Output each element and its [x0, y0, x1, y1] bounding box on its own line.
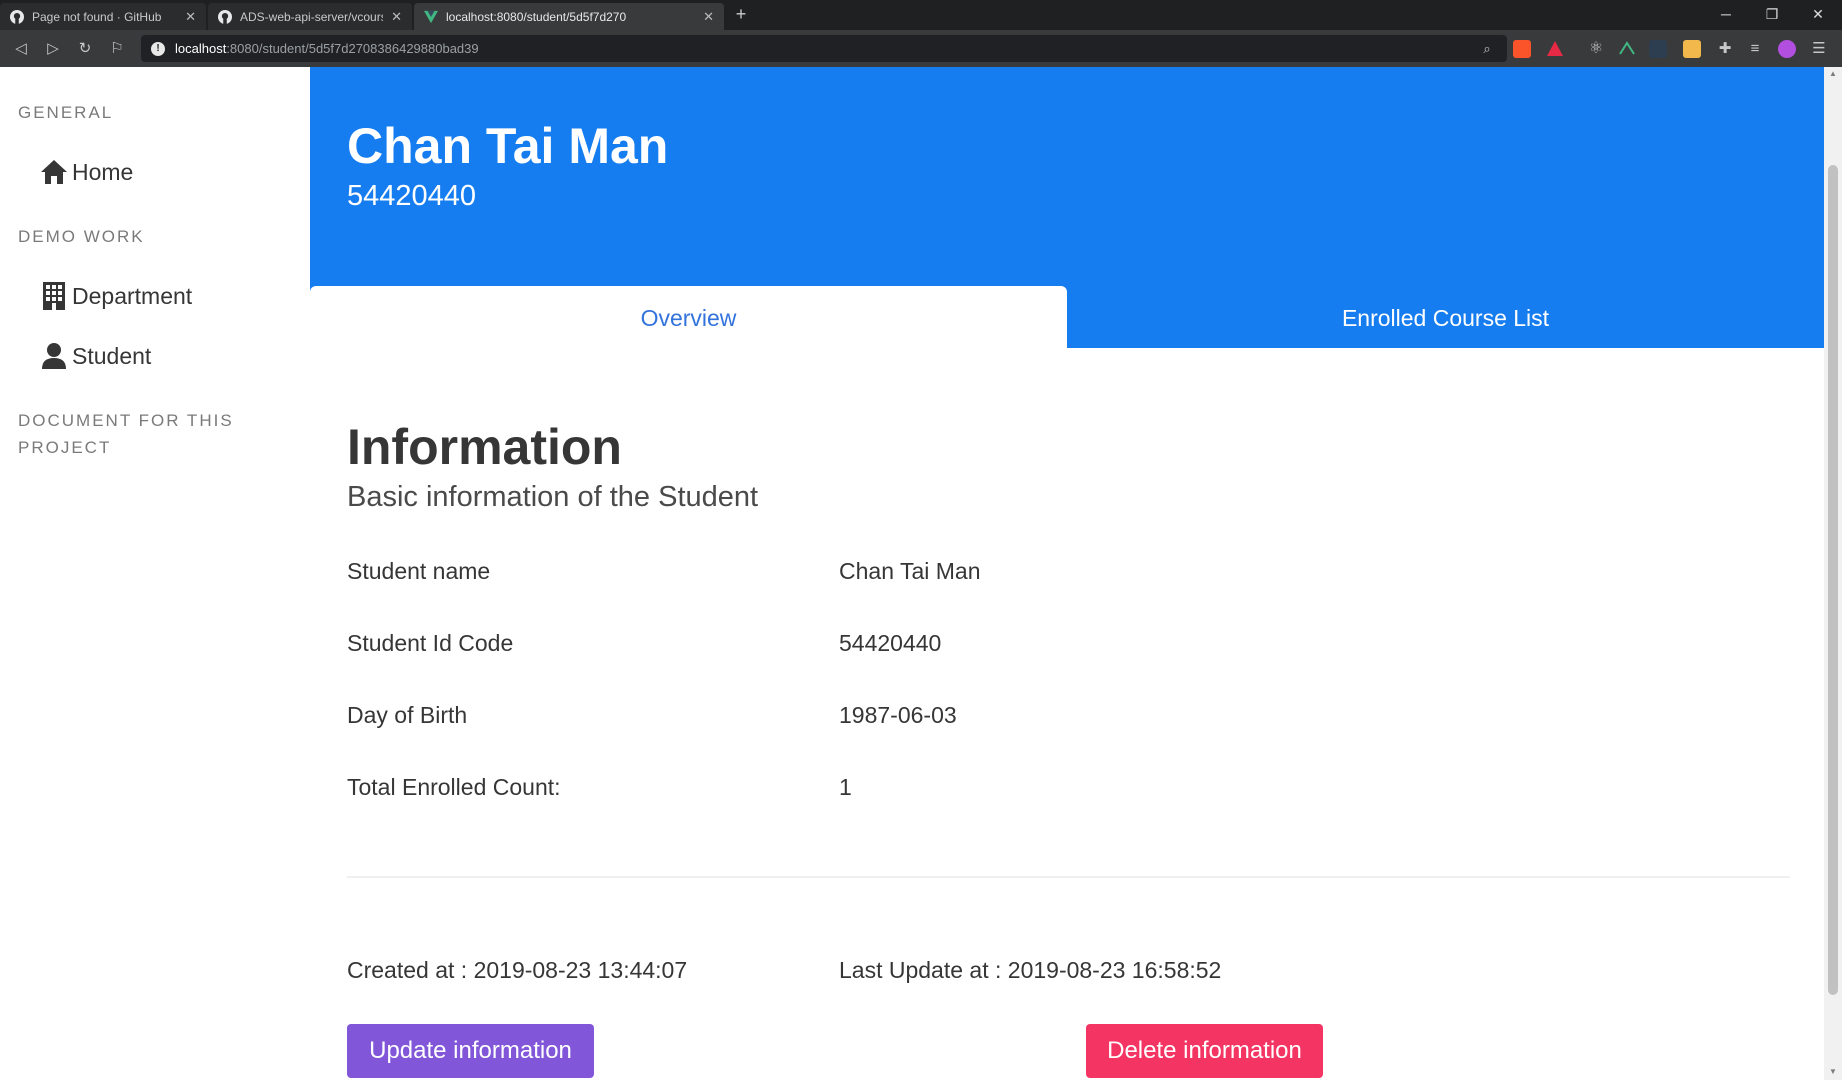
sidebar-item-department[interactable]: Department	[40, 282, 192, 310]
browser-tab-github-404[interactable]: Page not found · GitHub ✕	[0, 3, 206, 30]
info-value: 1	[839, 774, 852, 800]
info-label: Student Id Code	[347, 630, 514, 656]
scroll-up-icon[interactable]: ▲	[1828, 69, 1838, 78]
brave-rewards-icon[interactable]	[1546, 40, 1564, 58]
building-icon	[40, 282, 68, 310]
info-subtitle: Basic information of the Student	[347, 481, 759, 513]
info-value: 1987-06-03	[839, 702, 957, 728]
delete-information-button[interactable]: Delete information	[1086, 1024, 1323, 1078]
info-value: 54420440	[839, 630, 942, 656]
menu-icon[interactable]: ☰	[1808, 38, 1830, 60]
sidebar-item-label: Home	[72, 158, 134, 185]
playlist-icon[interactable]: ≡	[1744, 38, 1766, 60]
last-update-text: Last Update at : 2019-08-23 16:58:52	[839, 957, 1222, 983]
url-host: localhost	[175, 41, 227, 56]
info-title: Information	[347, 419, 622, 475]
brave-shield-icon[interactable]	[1513, 40, 1531, 58]
sidebar-item-label: Student	[72, 342, 152, 369]
page-scrollbar[interactable]: ▲ ▼	[1824, 67, 1842, 1080]
info-value: Chan Tai Man	[839, 558, 981, 584]
sidebar-section-document: DOCUMENT FOR THIS PROJECT	[18, 411, 234, 457]
avatar[interactable]	[1778, 40, 1796, 58]
minimize-button[interactable]: ─	[1706, 4, 1746, 24]
extension-icon[interactable]	[1683, 40, 1701, 58]
vue-devtools-icon[interactable]	[1618, 40, 1636, 58]
reload-icon[interactable]: ↻	[74, 38, 96, 60]
info-icon[interactable]: !	[151, 41, 165, 56]
browser-tab-title: ADS-web-api-server/vcourse.md a	[240, 9, 383, 24]
github-icon	[10, 9, 24, 24]
github-icon	[218, 9, 232, 24]
user-icon	[40, 342, 68, 370]
sidebar: GENERAL Home DEMO WORK Department Studen…	[0, 67, 310, 1080]
update-information-button[interactable]: Update information	[347, 1024, 594, 1078]
sidebar-section-general: GENERAL	[18, 103, 114, 122]
url-path: :8080/student/5d5f7d2708386429880bad39	[226, 41, 479, 56]
direct-link-icon[interactable]	[1649, 40, 1667, 58]
browser-toolbar: ◁ ▷ ↻ ⚐ ! localhost :8080/student/5d5f7d…	[0, 30, 1842, 67]
sidebar-item-home[interactable]: Home	[40, 158, 133, 186]
vue-icon	[424, 10, 438, 24]
sidebar-section-demo-work: DEMO WORK	[18, 227, 145, 246]
scroll-down-icon[interactable]: ▼	[1828, 1067, 1838, 1076]
info-label: Student name	[347, 558, 491, 584]
new-tab-button[interactable]: +	[731, 5, 751, 25]
forward-icon[interactable]: ▷	[42, 38, 64, 60]
tab-overview[interactable]: Overview	[310, 286, 1067, 348]
bookmark-icon[interactable]: ⚐	[106, 38, 128, 60]
close-icon[interactable]: ✕	[391, 9, 402, 25]
browser-tab-vcourse-md[interactable]: ADS-web-api-server/vcourse.md a ✕	[208, 3, 412, 30]
tab-enrolled-course-list[interactable]: Enrolled Course List	[1067, 286, 1824, 348]
browser-tab-title: localhost:8080/student/5d5f7d270	[446, 9, 627, 24]
back-icon[interactable]: ◁	[10, 38, 32, 60]
browser-tab-bar: Page not found · GitHub ✕ ADS-web-api-se…	[0, 0, 1842, 30]
scrollbar-thumb[interactable]	[1828, 165, 1838, 995]
sidebar-item-label: Department	[72, 282, 193, 309]
browser-tab-title: Page not found · GitHub	[32, 9, 162, 24]
sidebar-item-student[interactable]: Student	[40, 342, 151, 370]
divider	[347, 876, 1790, 878]
extensions-puzzle-icon[interactable]: ✚	[1714, 38, 1736, 60]
close-icon[interactable]: ✕	[703, 9, 714, 25]
zoom-icon[interactable]: ⌕	[1476, 38, 1498, 60]
info-label: Total Enrolled Count:	[347, 774, 561, 800]
restore-button[interactable]: ❐	[1752, 4, 1792, 24]
close-icon[interactable]: ✕	[185, 9, 196, 25]
address-bar[interactable]: ! localhost :8080/student/5d5f7d27083864…	[141, 35, 1507, 62]
student-hero: Chan Tai Man 54420440 Overview Enrolled …	[310, 67, 1824, 348]
react-devtools-icon[interactable]: ⚛	[1587, 40, 1605, 58]
home-icon	[40, 158, 68, 186]
browser-tab-localhost[interactable]: localhost:8080/student/5d5f7d270 ✕	[414, 3, 724, 30]
window-close-button[interactable]: ✕	[1798, 4, 1838, 24]
info-label: Day of Birth	[347, 702, 468, 728]
student-name-title: Chan Tai Man	[347, 118, 669, 174]
student-tabs: Overview Enrolled Course List	[310, 286, 1824, 348]
created-at-text: Created at : 2019-08-23 13:44:07	[347, 957, 688, 983]
student-id-subtitle: 54420440	[347, 180, 477, 212]
